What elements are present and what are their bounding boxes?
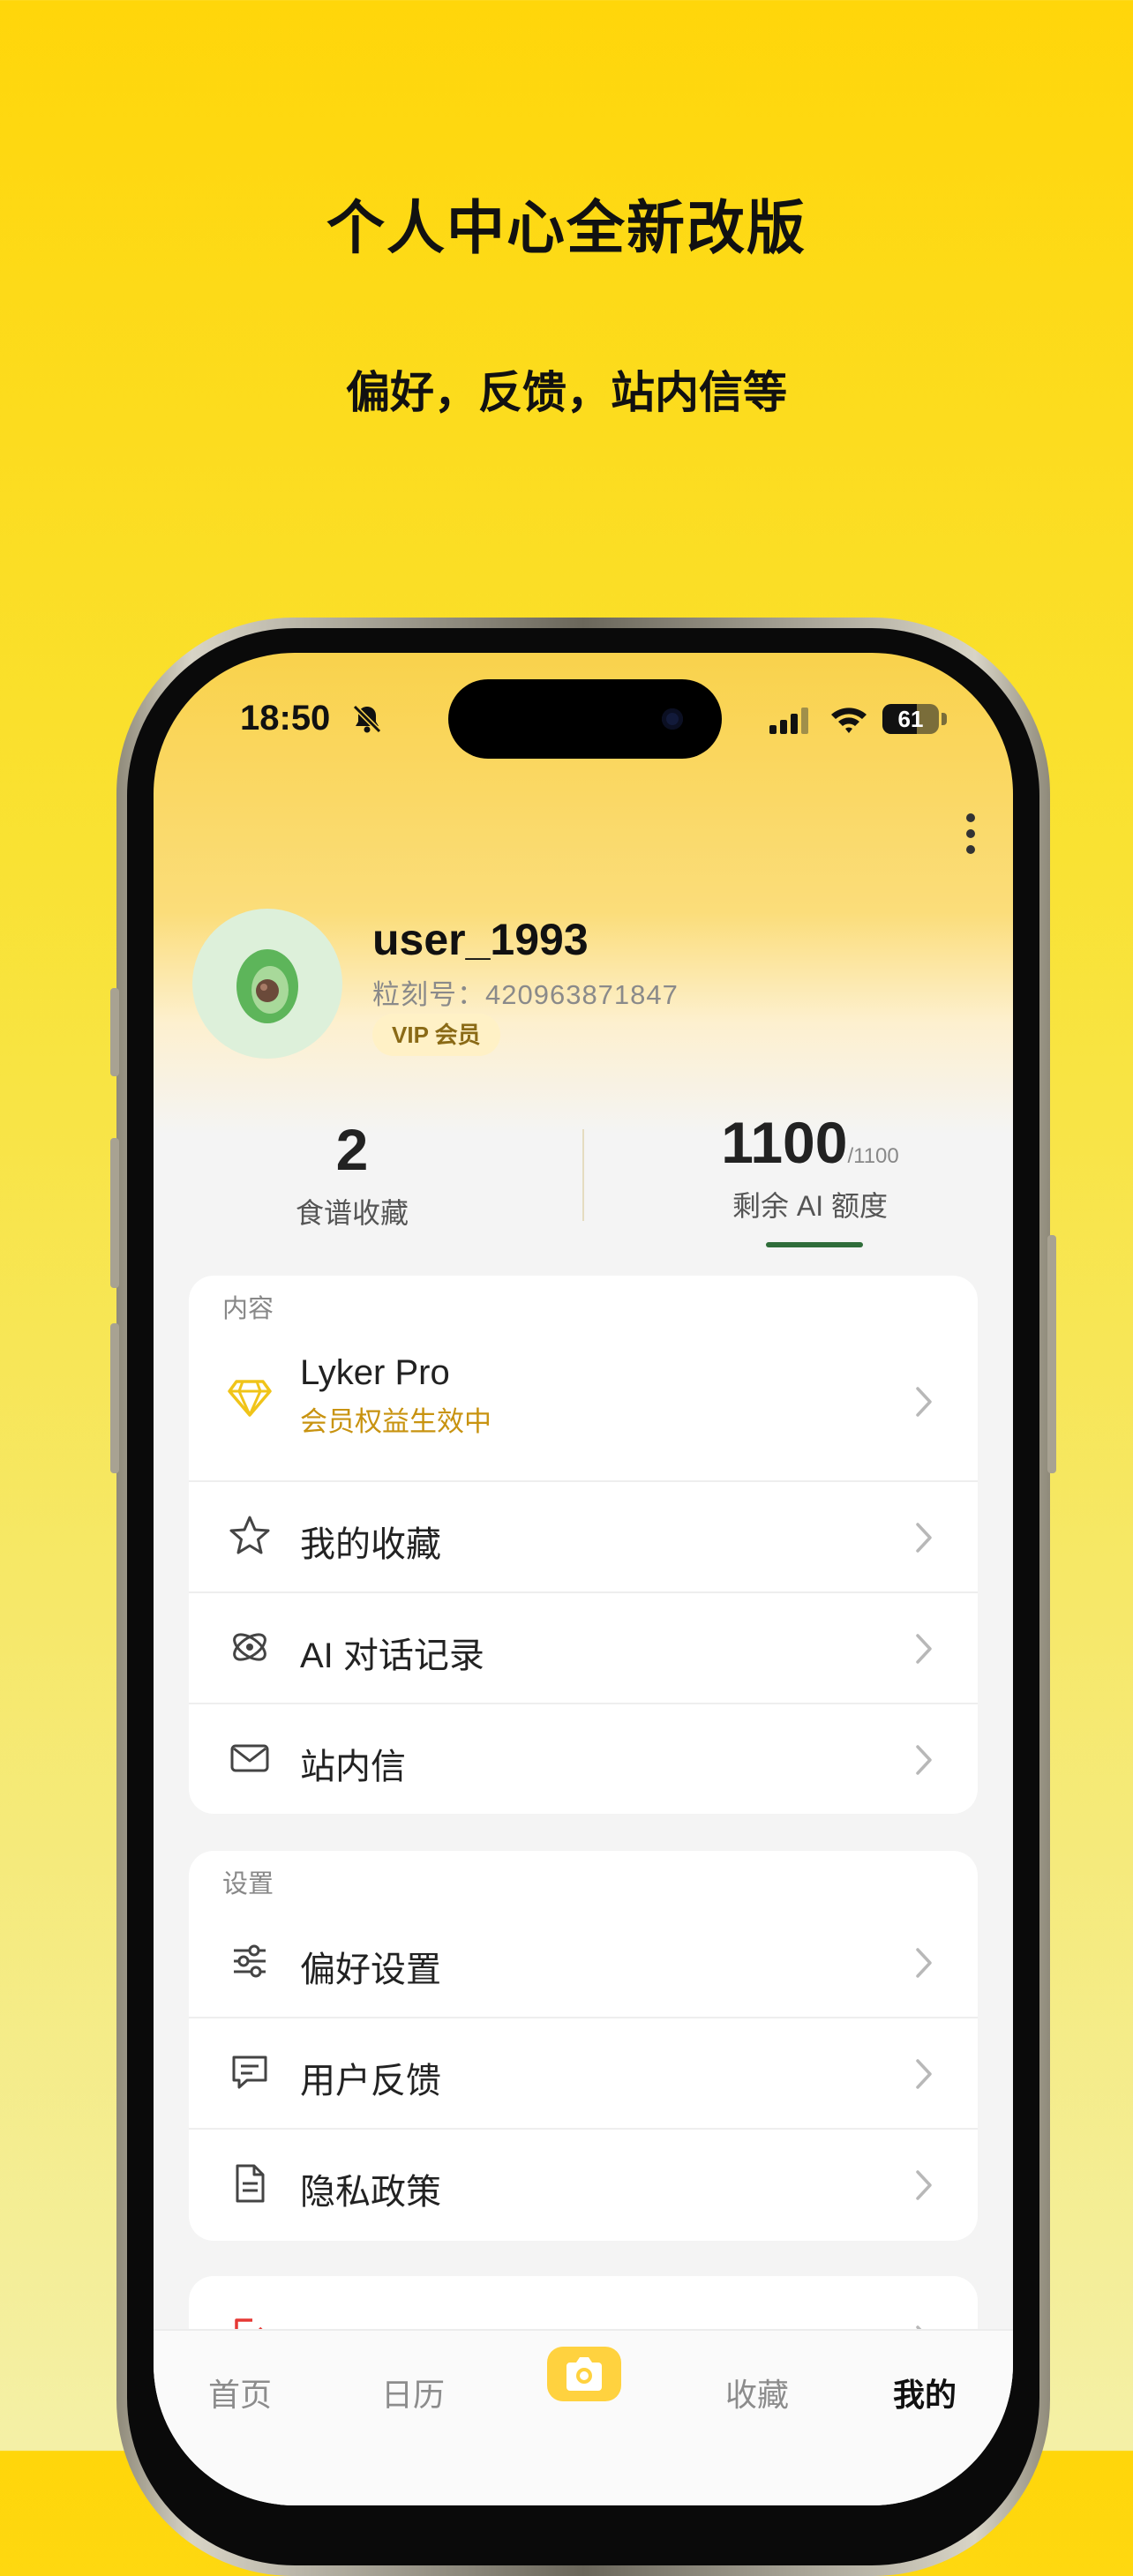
diamond-icon [228, 1380, 272, 1417]
chevron-right-icon [916, 1523, 932, 1553]
wifi-icon [831, 708, 867, 733]
recipes-label: 食谱收藏 [295, 1197, 409, 1229]
ai-quota-stat[interactable]: 1100/1100 剩余 AI 额度 [678, 1113, 942, 1224]
chevron-right-icon [916, 1948, 932, 1978]
chevron-right-icon [916, 1745, 932, 1775]
power-button [1047, 1235, 1056, 1473]
menu-item-feedback[interactable]: 用户反馈 [189, 2018, 978, 2128]
ai-quota-value: 1100 [721, 1110, 848, 1175]
battery-percent: 61 [897, 706, 924, 732]
content-card: 内容 Lyker Pro 会员权益生效中 我的收藏 AI 对话记录 站内信 [189, 1276, 978, 1814]
menu-item-label: 站内信 [300, 1748, 406, 1786]
more-options-icon[interactable] [951, 807, 990, 860]
stat-divider [582, 1129, 584, 1221]
mute-switch [110, 988, 119, 1076]
sliders-icon [234, 1944, 266, 1978]
menu-item-privacy-policy[interactable]: 隐私政策 [189, 2130, 978, 2241]
tab-bar: 首页 日历 收藏 我的 [154, 2329, 1013, 2505]
phone-screen: 18:50 61 user_1993 粒刻号：420963871847 VIP … [154, 653, 1013, 2505]
star-icon [229, 1516, 270, 1554]
menu-item-label: Lyker Pro [300, 1353, 450, 1392]
chevron-right-icon [916, 2170, 932, 2200]
menu-item-ai-chat-history[interactable]: AI 对话记录 [189, 1593, 978, 1703]
camera-button[interactable] [547, 2347, 621, 2401]
tab-home[interactable]: 首页 [208, 2370, 272, 2415]
mail-icon [230, 1744, 269, 1772]
content-section-header: 内容 [222, 1295, 274, 1323]
settings-section-header: 设置 [222, 1870, 274, 1898]
promo-subtitle: 偏好，反馈，站内信等 [346, 367, 787, 418]
username: user_1993 [372, 915, 589, 964]
menu-item-favorites[interactable]: 我的收藏 [189, 1482, 978, 1591]
tab-favorites[interactable]: 收藏 [725, 2370, 789, 2415]
chevron-right-icon [916, 1634, 932, 1664]
chevron-right-icon [916, 2059, 932, 2089]
ai-chat-icon [233, 1633, 266, 1661]
status-time: 18:50 [240, 699, 331, 738]
volume-up-button [110, 1138, 119, 1288]
vip-badge: VIP 会员 [372, 1014, 500, 1056]
avatar[interactable] [192, 909, 342, 1059]
menu-item-sublabel: 会员权益生效中 [300, 1406, 491, 1437]
recipes-stat[interactable]: 2 食谱收藏 [220, 1120, 484, 1232]
document-icon [236, 2164, 265, 2203]
menu-item-label: 用户反馈 [300, 2062, 441, 2100]
menu-item-label: AI 对话记录 [300, 1636, 484, 1675]
battery-indicator: 61 [882, 704, 939, 734]
bell-slash-icon [352, 704, 382, 734]
menu-item-label: 我的收藏 [300, 1525, 441, 1564]
menu-item-label: 隐私政策 [300, 2173, 441, 2212]
camera-icon [566, 2357, 602, 2391]
front-camera [662, 708, 683, 730]
menu-item-label: 偏好设置 [300, 1951, 441, 1989]
battery-tip [942, 713, 947, 725]
user-id: 粒刻号：420963871847 [372, 979, 679, 1010]
volume-down-button [110, 1323, 119, 1473]
settings-card: 设置 偏好设置 用户反馈 隐私政策 [189, 1851, 978, 2241]
menu-item-lyker-pro[interactable]: Lyker Pro 会员权益生效中 [189, 1329, 978, 1477]
ai-quota-label: 剩余 AI 额度 [732, 1190, 889, 1222]
tab-mine[interactable]: 我的 [893, 2370, 957, 2415]
chevron-right-icon [916, 1387, 932, 1417]
menu-item-preferences[interactable]: 偏好设置 [189, 1906, 978, 2017]
ai-quota-total: /1100 [847, 1144, 899, 1168]
ai-quota-underline [766, 1242, 863, 1247]
feedback-icon [232, 2056, 267, 2089]
avocado-icon [236, 949, 298, 1023]
promo-title: 个人中心全新改版 [326, 194, 807, 262]
cellular-signal-icon [769, 708, 808, 734]
recipes-count: 2 [335, 1117, 369, 1182]
dynamic-island [448, 679, 722, 759]
tab-calendar[interactable]: 日历 [381, 2370, 445, 2415]
menu-item-inbox[interactable]: 站内信 [189, 1704, 978, 1814]
